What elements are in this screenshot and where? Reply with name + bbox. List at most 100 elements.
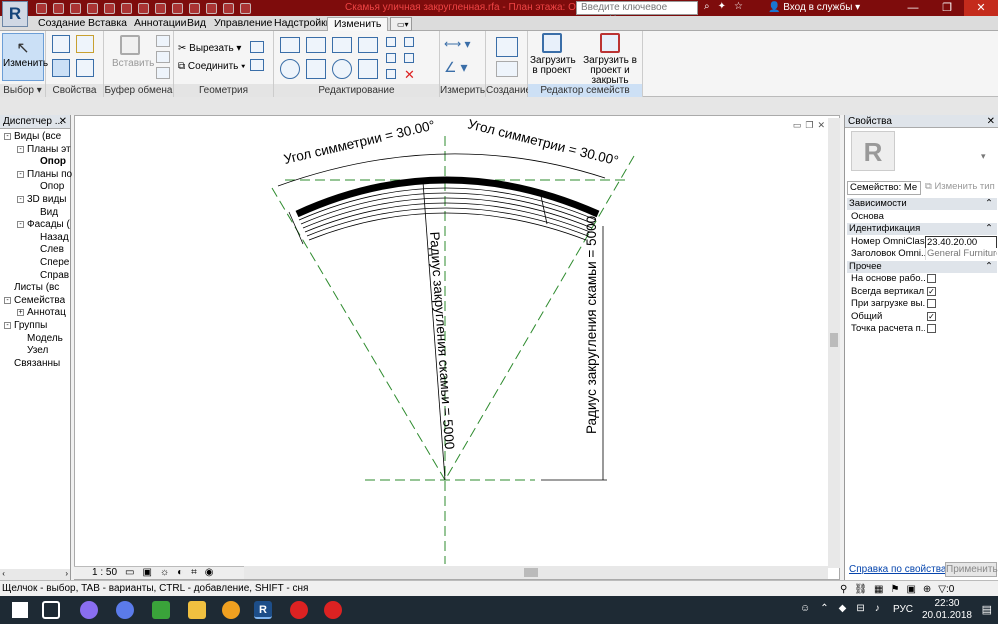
browser-tree-item[interactable]: Вид xyxy=(30,207,58,219)
property-value[interactable]: 23.40.20.00 xyxy=(925,235,997,248)
pin-icon[interactable] xyxy=(404,37,414,47)
browser-tree-item[interactable]: Опор xyxy=(30,156,66,168)
section-icon[interactable] xyxy=(206,2,217,14)
network-icon[interactable]: ⊟ xyxy=(856,603,864,614)
drawing-area[interactable]: ▭ ❐ ✕ Угол симметрии = 30.00° Угол симме… xyxy=(74,115,840,580)
app-menu-button[interactable]: R xyxy=(2,1,28,27)
cut-icon[interactable] xyxy=(156,35,170,47)
property-value[interactable]: General Furniture ... xyxy=(925,248,997,260)
family-category-icon[interactable] xyxy=(52,59,70,77)
modify-button[interactable]: ↖ Изменить xyxy=(2,33,48,81)
clock[interactable]: 22:30 20.01.2018 xyxy=(922,598,972,622)
hscroll-thumb[interactable] xyxy=(524,568,538,577)
browser-tree-item[interactable]: Связанны xyxy=(4,358,60,370)
edit-type-button[interactable]: ⧉ Изменить тип xyxy=(925,181,997,195)
trim-icon[interactable] xyxy=(358,59,378,79)
maximize-icon[interactable]: ❐ xyxy=(930,0,964,16)
browser-tree-item[interactable]: Листы (вс xyxy=(4,282,59,294)
browser-tree-item[interactable]: Справ xyxy=(30,270,69,282)
mirror-axis-icon[interactable] xyxy=(332,37,352,53)
geometry-icon[interactable] xyxy=(250,41,264,53)
unpin-icon[interactable] xyxy=(404,53,414,63)
tray-expand-icon[interactable]: ⌃ xyxy=(820,603,828,614)
torrent-icon[interactable] xyxy=(152,601,170,619)
browser-tree-item[interactable]: Модель xyxy=(17,333,63,345)
property-section-header[interactable]: Идентификация ⌃ xyxy=(847,223,997,235)
load-into-project-button[interactable]: Загрузить в проект xyxy=(530,33,576,76)
yandex-browser-2-icon[interactable] xyxy=(324,601,342,619)
drawing-vscroll[interactable] xyxy=(828,118,840,568)
move-icon[interactable] xyxy=(280,59,300,79)
browser-hscroll[interactable]: ‹ › xyxy=(0,569,70,580)
type-selector-chevron-icon[interactable]: ▾ xyxy=(981,151,986,162)
browser-tree-item[interactable]: Опор xyxy=(30,181,64,193)
print-icon[interactable] xyxy=(121,2,132,14)
family-selector[interactable]: Семейство: Ме xyxy=(847,181,921,195)
offset-icon[interactable] xyxy=(306,37,326,53)
browser-tree-item[interactable]: - Виды (все xyxy=(4,131,61,143)
shadows-icon[interactable]: ◐ xyxy=(177,567,183,579)
browser-tree-item[interactable]: -3D виды xyxy=(17,194,66,206)
revit-icon[interactable]: R xyxy=(254,601,272,619)
microphone-icon[interactable] xyxy=(116,601,134,619)
apply-button[interactable]: Применить xyxy=(945,562,998,577)
language-indicator[interactable]: РУС xyxy=(893,604,913,615)
tree-expander-icon[interactable]: - xyxy=(17,145,24,153)
browser-tree-item[interactable]: Слев xyxy=(30,244,64,256)
scale-label[interactable]: 1 : 50 xyxy=(92,567,117,579)
copy-element-icon[interactable] xyxy=(306,59,326,79)
match-properties-icon[interactable] xyxy=(156,67,170,79)
create-group-icon[interactable] xyxy=(496,37,518,57)
browser-tree-item[interactable]: - Планы по xyxy=(17,169,72,181)
tab-insert[interactable]: Вставка xyxy=(82,17,133,31)
avast-icon[interactable] xyxy=(222,601,240,619)
close-icon[interactable]: ✕ xyxy=(964,0,998,16)
browser-tree-item[interactable]: Узел xyxy=(17,345,48,357)
mirror-draw-icon[interactable] xyxy=(358,37,378,53)
minimize-icon[interactable]: — xyxy=(896,0,930,16)
visual-style-icon[interactable]: ▣ xyxy=(142,567,151,579)
filter-count-icon[interactable]: ▽:0 xyxy=(938,582,954,597)
join-button[interactable]: ⧉ Соединить ▾ xyxy=(178,61,245,72)
open-icon[interactable] xyxy=(36,2,47,14)
browser-tree-item[interactable]: + Аннотац xyxy=(17,307,66,319)
delete-icon[interactable]: ✕ xyxy=(404,67,415,83)
cut-button[interactable]: ✂ Вырезать ▾ xyxy=(178,43,241,54)
yandex-browser-icon[interactable] xyxy=(290,601,308,619)
tab-modify[interactable]: Изменить xyxy=(327,17,389,31)
people-icon[interactable]: ☺ xyxy=(800,603,810,614)
type-properties-icon[interactable] xyxy=(76,59,94,77)
tree-expander-icon[interactable]: - xyxy=(17,170,24,178)
task-view-icon[interactable] xyxy=(42,601,60,619)
split-icon[interactable] xyxy=(386,37,396,47)
property-checkbox[interactable] xyxy=(927,324,936,333)
pinned-select-icon[interactable]: ⚑ xyxy=(890,582,899,597)
underlay-select-icon[interactable]: ▦ xyxy=(874,582,883,597)
tree-expander-icon[interactable]: - xyxy=(17,196,24,203)
browser-tree-item[interactable]: - Семейства xyxy=(4,295,65,307)
drag-select-icon[interactable]: ⊕ xyxy=(923,582,931,597)
property-section-header[interactable]: Прочее ⌃ xyxy=(847,260,997,273)
detail-level-icon[interactable]: ▭ xyxy=(125,567,134,579)
family-types-icon[interactable] xyxy=(76,35,94,53)
property-section-header[interactable]: Зависимости ⌃ xyxy=(847,198,997,210)
paste-button[interactable]: Вставить xyxy=(112,35,154,69)
tree-expander-icon[interactable]: - xyxy=(17,221,24,229)
scale-icon[interactable] xyxy=(386,69,396,79)
cortana-icon[interactable] xyxy=(80,601,98,619)
save-icon[interactable] xyxy=(53,2,64,14)
select-panel-label[interactable]: Выбор ▾ xyxy=(0,84,45,97)
collapse-icon[interactable]: ⌃ xyxy=(985,223,993,235)
binoculars-icon[interactable]: ⌕ xyxy=(704,1,710,12)
notification-icon[interactable]: ▤ xyxy=(982,603,992,616)
property-checkbox[interactable] xyxy=(927,274,936,283)
browser-tree-item[interactable]: Спере xyxy=(30,257,69,269)
properties-icon[interactable] xyxy=(52,35,70,53)
dimension-tool-icon[interactable]: ∠ ▾ xyxy=(444,59,467,76)
link-select-icon[interactable]: ⛓ xyxy=(854,582,867,597)
property-checkbox[interactable] xyxy=(927,299,936,308)
hide-icon[interactable]: ◉ xyxy=(205,567,214,579)
properties-help-link[interactable]: Справка по свойствам xyxy=(849,564,953,575)
browser-tree-item[interactable]: - Группы xyxy=(4,320,47,332)
file-explorer-icon[interactable] xyxy=(188,601,206,619)
